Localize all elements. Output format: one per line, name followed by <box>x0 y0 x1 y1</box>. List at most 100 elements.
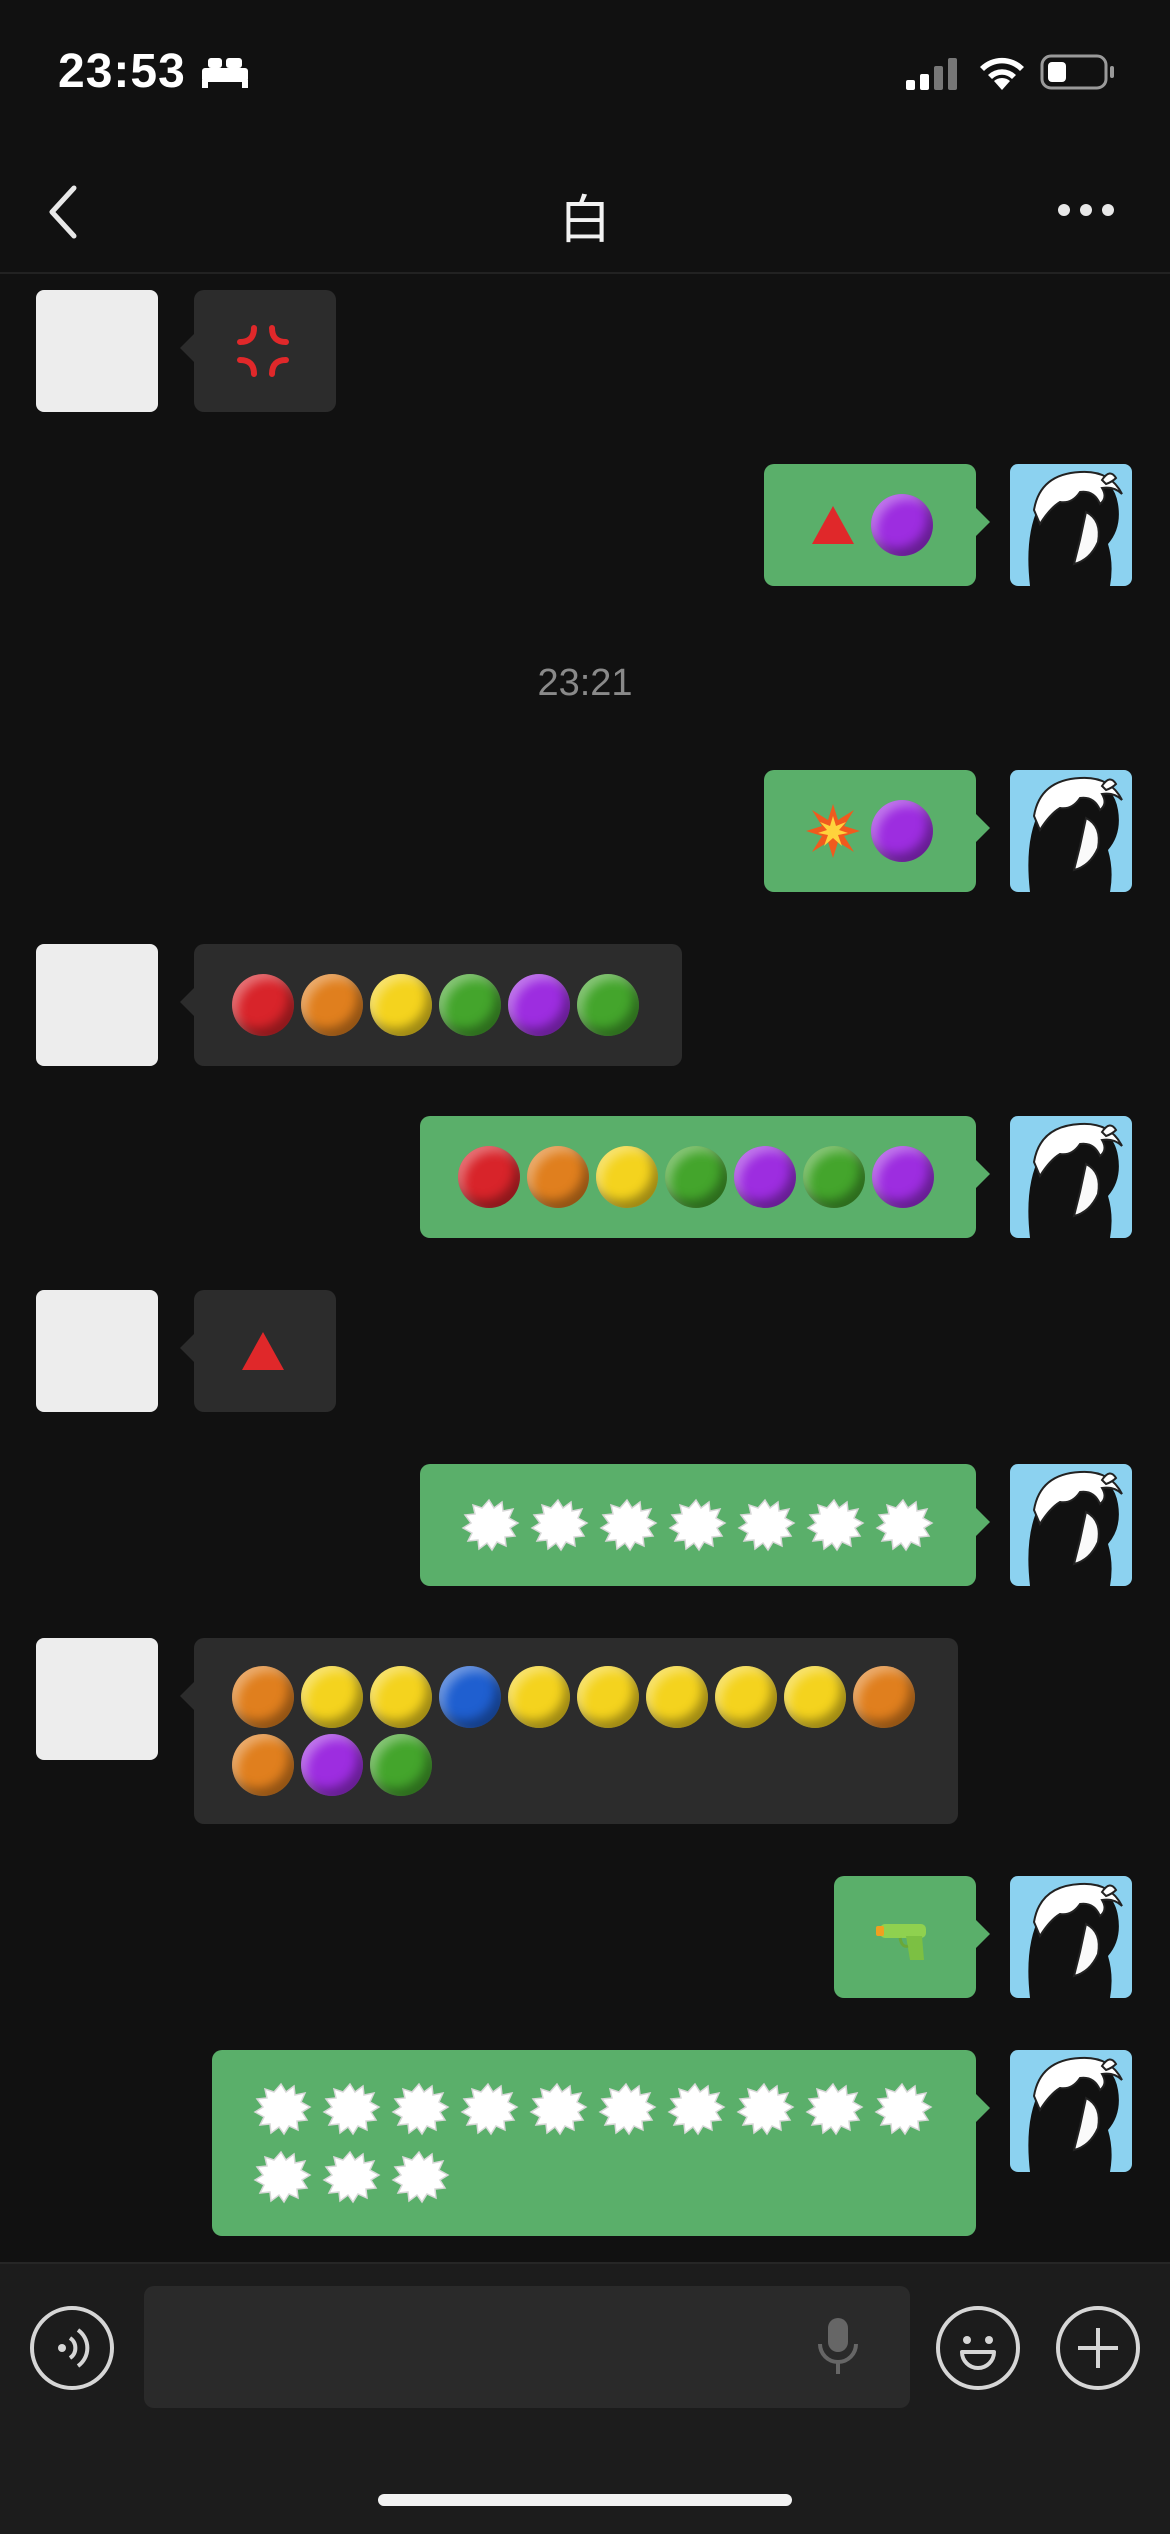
chat-area[interactable]: 23:21 <box>0 274 1170 2274</box>
orange-circle-icon <box>301 974 363 1036</box>
avatar-illustration <box>1028 1122 1123 1238</box>
collision-icon <box>806 804 860 858</box>
message-bubble[interactable] <box>180 1638 958 1824</box>
message-bubble[interactable] <box>180 944 682 1066</box>
green-circle-icon <box>370 1734 432 1796</box>
orange-circle-icon <box>232 1666 294 1728</box>
plus-button[interactable] <box>1056 2306 1140 2390</box>
purple-circle-icon <box>871 800 933 862</box>
red-circle-icon <box>458 1146 520 1208</box>
contact-avatar[interactable] <box>36 1290 158 1412</box>
speech-balloon-icon <box>736 2082 795 2136</box>
cellular-signal-icon <box>906 58 957 90</box>
my-avatar[interactable] <box>1010 2050 1132 2172</box>
speech-balloon-icon <box>322 2082 381 2136</box>
plus-icon <box>1078 2328 1118 2368</box>
red-circle-icon <box>232 974 294 1036</box>
speech-balloon-icon <box>667 2082 726 2136</box>
speech-balloon-icon <box>806 1498 865 1552</box>
home-indicator <box>378 2494 792 2506</box>
status-bar: 23:53 <box>0 0 1170 150</box>
voice-button[interactable] <box>30 2306 114 2390</box>
message-bubble[interactable] <box>420 1464 990 1586</box>
emoji-icon <box>960 2336 996 2370</box>
message-bubble[interactable] <box>834 1876 990 1998</box>
green-circle-icon <box>665 1146 727 1208</box>
speech-balloon-icon <box>253 2150 312 2204</box>
yellow-circle-icon <box>508 1666 570 1728</box>
emoji-button[interactable] <box>936 2306 1020 2390</box>
yellow-circle-icon <box>784 1666 846 1728</box>
speech-balloon-icon <box>530 1498 589 1552</box>
more-dots-icon[interactable] <box>1056 202 1116 218</box>
speech-balloon-icon <box>599 1498 658 1552</box>
mic-icon[interactable] <box>816 2314 860 2378</box>
contact-avatar[interactable] <box>36 1638 158 1760</box>
speech-balloon-icon <box>391 2150 450 2204</box>
my-avatar[interactable] <box>1010 464 1132 586</box>
purple-circle-icon <box>872 1146 934 1208</box>
speech-balloon-icon <box>461 1498 520 1552</box>
water-pistol-icon <box>876 1924 926 1960</box>
my-avatar[interactable] <box>1010 770 1132 892</box>
purple-circle-icon <box>508 974 570 1036</box>
input-bar <box>0 2262 1170 2534</box>
yellow-circle-icon <box>646 1666 708 1728</box>
speech-balloon-icon <box>874 2082 933 2136</box>
my-avatar[interactable] <box>1010 1116 1132 1238</box>
message-bubble[interactable] <box>180 290 336 412</box>
purple-circle-icon <box>301 1734 363 1796</box>
yellow-circle-icon <box>715 1666 777 1728</box>
speech-balloon-icon <box>322 2150 381 2204</box>
yellow-circle-icon <box>301 1666 363 1728</box>
message-bubble[interactable] <box>212 2050 990 2236</box>
message-input[interactable] <box>144 2286 910 2408</box>
yellow-circle-icon <box>596 1146 658 1208</box>
battery-icon <box>1040 54 1114 90</box>
my-avatar[interactable] <box>1010 1876 1132 1998</box>
speech-balloon-icon <box>460 2082 519 2136</box>
yellow-circle-icon <box>577 1666 639 1728</box>
message-bubble[interactable] <box>180 1290 336 1412</box>
speech-balloon-icon <box>875 1498 934 1552</box>
speech-balloon-icon <box>668 1498 727 1552</box>
avatar-illustration <box>1028 776 1123 892</box>
orange-circle-icon <box>853 1666 915 1728</box>
blue-circle-icon <box>439 1666 501 1728</box>
message-bubble[interactable] <box>764 770 990 892</box>
status-time: 23:53 <box>58 45 186 98</box>
nav-bar: 白 <box>0 150 1170 274</box>
bed-icon <box>202 58 248 88</box>
message-timestamp: 23:21 <box>537 662 633 704</box>
orange-circle-icon <box>232 1734 294 1796</box>
avatar-illustration <box>1028 1470 1123 1586</box>
speech-balloon-icon <box>529 2082 588 2136</box>
green-circle-icon <box>803 1146 865 1208</box>
avatar-illustration <box>1028 2056 1123 2172</box>
message-bubble[interactable] <box>420 1116 990 1238</box>
contact-avatar[interactable] <box>36 290 158 412</box>
speech-balloon-icon <box>391 2082 450 2136</box>
yellow-circle-icon <box>370 974 432 1036</box>
orange-circle-icon <box>527 1146 589 1208</box>
speech-balloon-icon <box>253 2082 312 2136</box>
yellow-circle-icon <box>370 1666 432 1728</box>
wifi-icon <box>980 57 1024 90</box>
red-triangle-icon <box>242 1332 284 1370</box>
speech-balloon-icon <box>805 2082 864 2136</box>
my-avatar[interactable] <box>1010 1464 1132 1586</box>
avatar-illustration <box>1028 470 1123 586</box>
speech-balloon-icon <box>737 1498 796 1552</box>
green-circle-icon <box>577 974 639 1036</box>
purple-circle-icon <box>734 1146 796 1208</box>
avatar-illustration <box>1028 1882 1123 1998</box>
contact-avatar[interactable] <box>36 944 158 1066</box>
green-circle-icon <box>439 974 501 1036</box>
chat-title: 白 <box>558 192 611 250</box>
red-triangle-icon <box>812 506 854 544</box>
voice-icon <box>58 2328 90 2368</box>
message-bubble[interactable] <box>764 464 990 586</box>
speech-balloon-icon <box>598 2082 657 2136</box>
purple-circle-icon <box>871 494 933 556</box>
anger-icon <box>237 325 289 377</box>
